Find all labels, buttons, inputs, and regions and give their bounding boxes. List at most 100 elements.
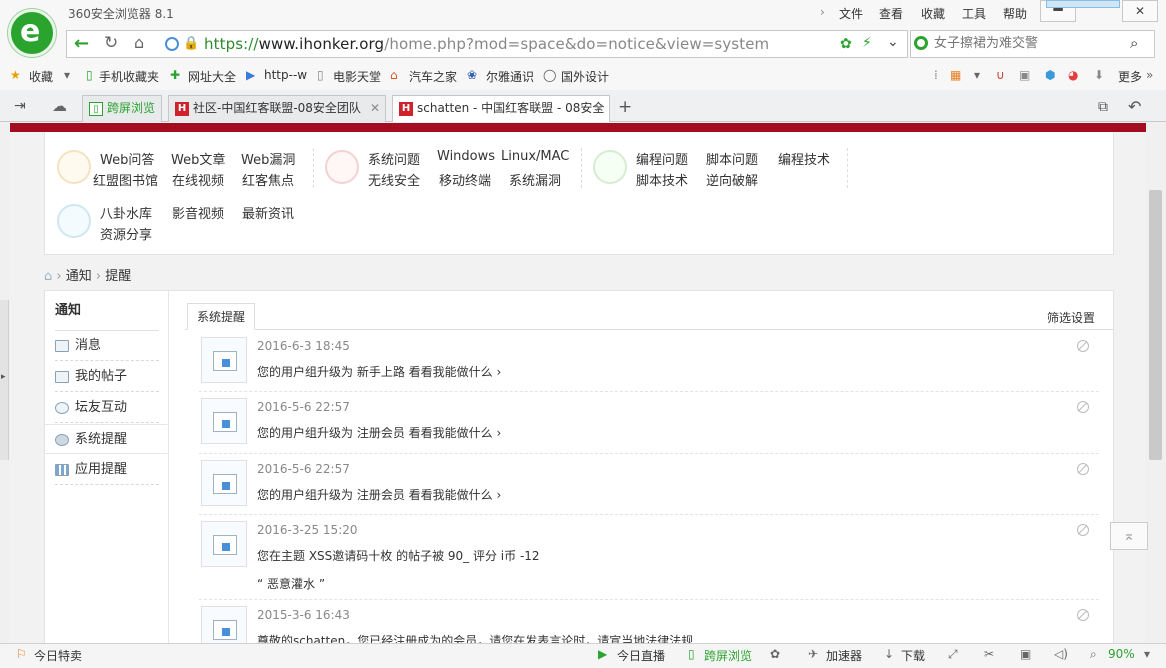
- sidebar-item-interaction[interactable]: 坛友互动: [55, 393, 159, 423]
- cat-reverse[interactable]: 逆向破解: [706, 170, 758, 189]
- fav-movie[interactable]: 电影天堂: [333, 68, 381, 85]
- cat-windows[interactable]: Windows: [437, 149, 495, 164]
- notice-text[interactable]: 您的用户组升级为 注册会员 看看我能做什么 ›: [257, 486, 501, 503]
- cat-web-article[interactable]: Web文章: [171, 149, 225, 168]
- chevron-down-icon[interactable]: ▾: [974, 68, 980, 82]
- tab-schatten[interactable]: Hschatten - 中国红客联盟 - 08安全 ✕: [392, 95, 610, 122]
- cat-web-vuln[interactable]: Web漏洞: [241, 149, 295, 168]
- menu-view[interactable]: 查看: [879, 5, 903, 22]
- delete-icon[interactable]: [1077, 463, 1089, 475]
- download-tool-icon[interactable]: ⬇: [1094, 68, 1104, 82]
- cat-library[interactable]: 红盟图书馆: [93, 170, 158, 189]
- cat-focus[interactable]: 红客焦点: [242, 170, 294, 189]
- cat-prog-tech[interactable]: 编程技术: [778, 149, 830, 168]
- zoom-icon[interactable]: ⌕: [1090, 647, 1097, 662]
- image-icon[interactable]: ▣: [1019, 68, 1030, 82]
- chevron-down-icon[interactable]: ▾: [1144, 647, 1150, 661]
- new-tab-icon[interactable]: +: [618, 97, 632, 117]
- cat-mobile[interactable]: 移动终端: [439, 170, 491, 189]
- chevron-down-icon[interactable]: ⌄: [887, 34, 899, 50]
- notice-text[interactable]: 您在主题 XSS邀请码十枚 的帖子被 90_ 评分 i币 -12: [257, 547, 540, 564]
- extension-icon[interactable]: ✿: [770, 647, 780, 661]
- search-engine-icon[interactable]: [914, 36, 928, 50]
- close-window-button[interactable]: ✕: [1122, 0, 1158, 22]
- fav-autohome[interactable]: 汽车之家: [409, 68, 457, 85]
- scrollbar-thumb[interactable]: [1149, 190, 1162, 460]
- cat-system[interactable]: 系统问题: [368, 149, 420, 168]
- cat-gossip[interactable]: 八卦水库: [100, 203, 152, 222]
- cleanup-icon[interactable]: ▣: [1020, 647, 1031, 661]
- cat-wireless[interactable]: 无线安全: [368, 170, 420, 189]
- fullscreen-icon[interactable]: ⤢: [948, 647, 958, 662]
- status-sale[interactable]: 今日特卖: [34, 647, 82, 664]
- tab-system-notice[interactable]: 系统提醒: [187, 303, 255, 330]
- volume-icon[interactable]: ◁): [1054, 647, 1068, 661]
- url-text[interactable]: https://www.ihonker.org/home.php?mod=spa…: [204, 35, 769, 53]
- fav-hao[interactable]: 网址大全: [188, 68, 236, 85]
- menu-file[interactable]: 文件: [839, 5, 863, 22]
- fav-mobile[interactable]: 手机收藏夹: [99, 68, 159, 85]
- translate-icon[interactable]: ⬢: [1045, 68, 1055, 82]
- menu-tools[interactable]: 工具: [962, 5, 986, 22]
- delete-icon[interactable]: [1077, 340, 1089, 352]
- screenshot-icon[interactable]: ✂: [984, 647, 994, 661]
- menu-favorites[interactable]: 收藏: [921, 5, 945, 22]
- breadcrumb-remind[interactable]: 提醒: [105, 269, 131, 284]
- status-download[interactable]: 下载: [901, 647, 925, 664]
- status-live[interactable]: 今日直播: [617, 647, 665, 664]
- home-icon[interactable]: ⌂: [134, 33, 144, 52]
- cat-media[interactable]: 影音视频: [172, 203, 224, 222]
- sidebar-item-messages[interactable]: 消息: [55, 331, 159, 361]
- security-shield-icon[interactable]: ✿: [840, 36, 852, 52]
- more-button[interactable]: 更多: [1118, 68, 1142, 85]
- search-icon[interactable]: ⌕: [1130, 34, 1138, 52]
- cat-linux[interactable]: Linux/MAC: [501, 149, 569, 164]
- cat-video[interactable]: 在线视频: [172, 170, 224, 189]
- sidebar-item-apps[interactable]: 应用提醒: [55, 455, 159, 485]
- home-icon[interactable]: ⌂: [44, 269, 52, 284]
- refresh-icon[interactable]: ↻: [104, 33, 118, 53]
- sidebar-toggle-icon[interactable]: ⇥: [14, 98, 26, 114]
- tab-cross-screen[interactable]: ▯ 跨屏浏览: [82, 95, 162, 122]
- sidebar-item-system[interactable]: 系统提醒: [45, 424, 168, 454]
- fav-erya[interactable]: 尔雅通识: [486, 68, 534, 85]
- notice-text[interactable]: 您的用户组升级为 注册会员 看看我能做什么 ›: [257, 424, 501, 441]
- tab-list-icon[interactable]: ⧉: [1098, 99, 1108, 115]
- fav-design[interactable]: 国外设计: [561, 68, 609, 85]
- chevron-down-icon[interactable]: ▾: [64, 68, 70, 82]
- delete-icon[interactable]: [1077, 609, 1089, 621]
- chrome-icon[interactable]: ◕: [1068, 68, 1078, 82]
- menu-help[interactable]: 帮助: [1003, 5, 1027, 22]
- filter-settings-link[interactable]: 筛选设置: [1047, 309, 1095, 326]
- delete-icon[interactable]: [1077, 524, 1089, 536]
- speed-mode-icon[interactable]: ⚡: [862, 35, 872, 51]
- side-panel-handle[interactable]: ▸: [0, 300, 9, 460]
- status-cross-screen[interactable]: 跨屏浏览: [704, 647, 752, 664]
- cat-sys-vuln[interactable]: 系统漏洞: [509, 170, 561, 189]
- notification-popup[interactable]: [1046, 0, 1120, 8]
- delete-icon[interactable]: [1077, 401, 1089, 413]
- status-accelerator[interactable]: 加速器: [826, 647, 862, 664]
- magnet-icon[interactable]: ∪: [996, 68, 1005, 82]
- favorites-button[interactable]: 收藏: [29, 68, 53, 85]
- sidebar-item-my-posts[interactable]: 我的帖子: [55, 362, 159, 392]
- back-arrow-icon[interactable]: ←: [74, 33, 89, 54]
- breadcrumb-notice[interactable]: 通知: [66, 269, 92, 284]
- cat-prog-q[interactable]: 编程问题: [636, 149, 688, 168]
- apps-icon[interactable]: ▦: [950, 68, 961, 82]
- back-to-top-button[interactable]: ⌅: [1110, 522, 1148, 550]
- search-input[interactable]: [934, 35, 1124, 50]
- notice-text[interactable]: 您的用户组升级为 新手上路 看看我能做什么 ›: [257, 363, 501, 380]
- chevron-right-icon[interactable]: ›: [820, 5, 825, 19]
- undo-close-icon[interactable]: ↶: [1128, 97, 1141, 116]
- site-info-icon[interactable]: [165, 37, 179, 51]
- notice-text[interactable]: 尊敬的schatten，您已经注册成为的会员，请您在发表言论时，请宣当地法律法规: [257, 632, 693, 643]
- zoom-level[interactable]: 90%: [1108, 647, 1135, 661]
- cloud-icon[interactable]: ☁: [52, 97, 67, 115]
- cat-news[interactable]: 最新资讯: [242, 203, 294, 222]
- close-icon[interactable]: ✕: [594, 96, 604, 121]
- close-icon[interactable]: ✕: [370, 96, 380, 121]
- cat-script-tech[interactable]: 脚本技术: [636, 170, 688, 189]
- cat-resources[interactable]: 资源分享: [100, 224, 152, 243]
- cat-script-q[interactable]: 脚本问题: [706, 149, 758, 168]
